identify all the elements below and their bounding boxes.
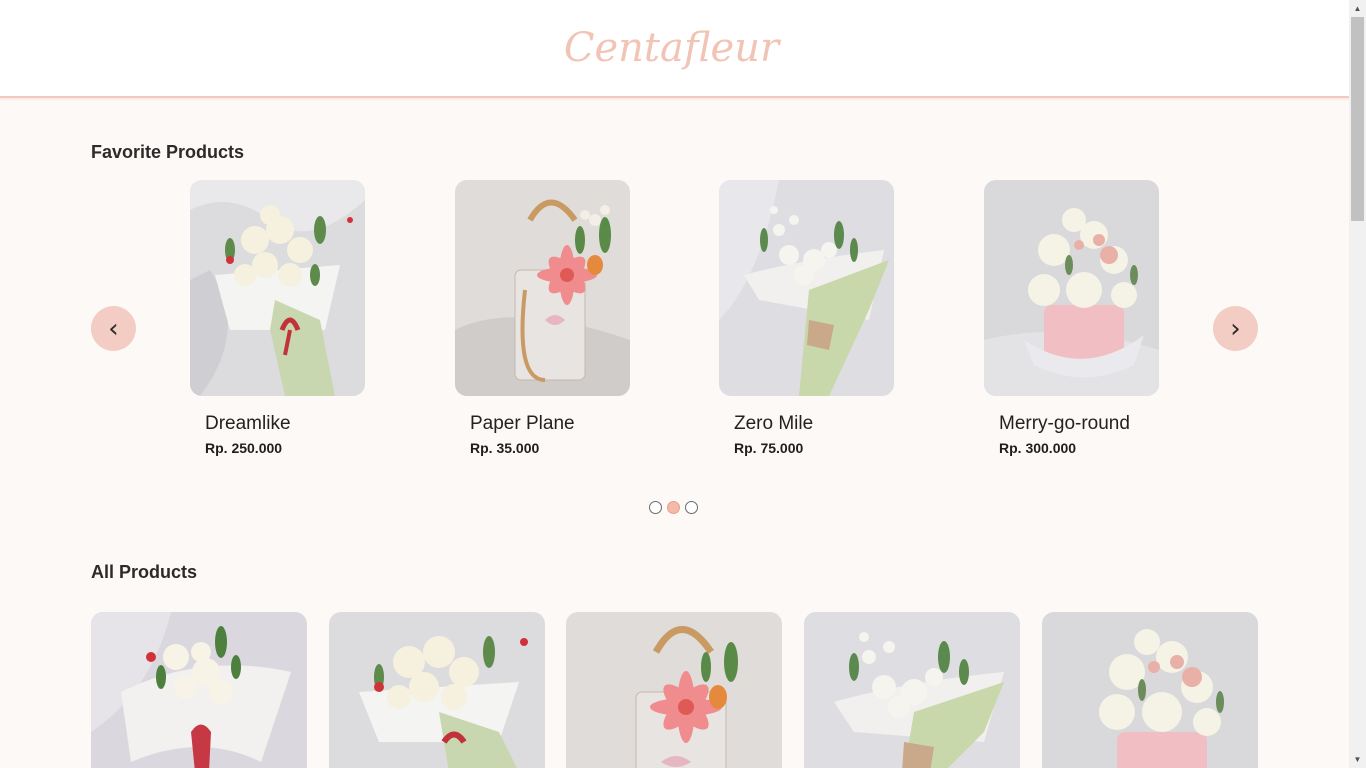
product-image[interactable] bbox=[804, 612, 1020, 768]
favorite-product-card[interactable]: Merry-go-round Rp. 300.000 bbox=[984, 180, 1184, 456]
pagination-dot-active[interactable] bbox=[667, 501, 680, 514]
product-card[interactable] bbox=[91, 612, 307, 768]
product-price: Rp. 250.000 bbox=[205, 440, 283, 456]
product-name[interactable]: Dreamlike bbox=[205, 413, 291, 435]
favorite-products-heading: Favorite Products bbox=[91, 142, 245, 162]
carousel-pagination bbox=[649, 501, 698, 514]
product-card[interactable] bbox=[329, 612, 545, 768]
product-image[interactable] bbox=[719, 180, 894, 396]
product-image[interactable] bbox=[91, 612, 307, 768]
product-image[interactable] bbox=[329, 612, 545, 768]
product-price: Rp. 300.000 bbox=[999, 440, 1077, 456]
chevron-left-icon: ‹ bbox=[108, 313, 119, 344]
product-image[interactable] bbox=[984, 180, 1159, 396]
product-image[interactable] bbox=[190, 180, 365, 396]
scrollbar-thumb[interactable] bbox=[1351, 17, 1364, 221]
product-image[interactable] bbox=[566, 612, 782, 768]
all-products-heading: All Products bbox=[91, 562, 198, 582]
product-image[interactable] bbox=[455, 180, 630, 396]
scroll-down-arrow-icon[interactable]: ▼ bbox=[1349, 751, 1366, 768]
product-name[interactable]: Paper Plane bbox=[470, 413, 575, 435]
favorite-product-card[interactable]: Zero Mile Rp. 75.000 bbox=[719, 180, 919, 456]
pagination-dot[interactable] bbox=[685, 501, 698, 514]
vertical-scrollbar[interactable]: ▲ ▼ bbox=[1349, 0, 1366, 768]
site-header: Centafleur bbox=[0, 0, 1349, 98]
pagination-dot[interactable] bbox=[649, 501, 662, 514]
product-name[interactable]: Merry-go-round bbox=[999, 413, 1130, 435]
product-card[interactable] bbox=[1042, 612, 1258, 768]
product-card[interactable] bbox=[804, 612, 1020, 768]
site-logo[interactable]: Centafleur bbox=[564, 25, 779, 71]
favorite-product-card[interactable]: Paper Plane Rp. 35.000 bbox=[455, 180, 655, 456]
product-card[interactable] bbox=[566, 612, 782, 768]
product-price: Rp. 35.000 bbox=[470, 440, 540, 456]
carousel-prev-button[interactable]: ‹ bbox=[91, 306, 136, 351]
chevron-right-icon: › bbox=[1230, 313, 1241, 344]
scroll-up-arrow-icon[interactable]: ▲ bbox=[1349, 0, 1366, 17]
favorite-product-card[interactable]: Dreamlike Rp. 250.000 bbox=[190, 180, 390, 456]
product-image[interactable] bbox=[1042, 612, 1258, 768]
product-name[interactable]: Zero Mile bbox=[734, 413, 813, 435]
product-price: Rp. 75.000 bbox=[734, 440, 804, 456]
carousel-next-button[interactable]: › bbox=[1213, 306, 1258, 351]
